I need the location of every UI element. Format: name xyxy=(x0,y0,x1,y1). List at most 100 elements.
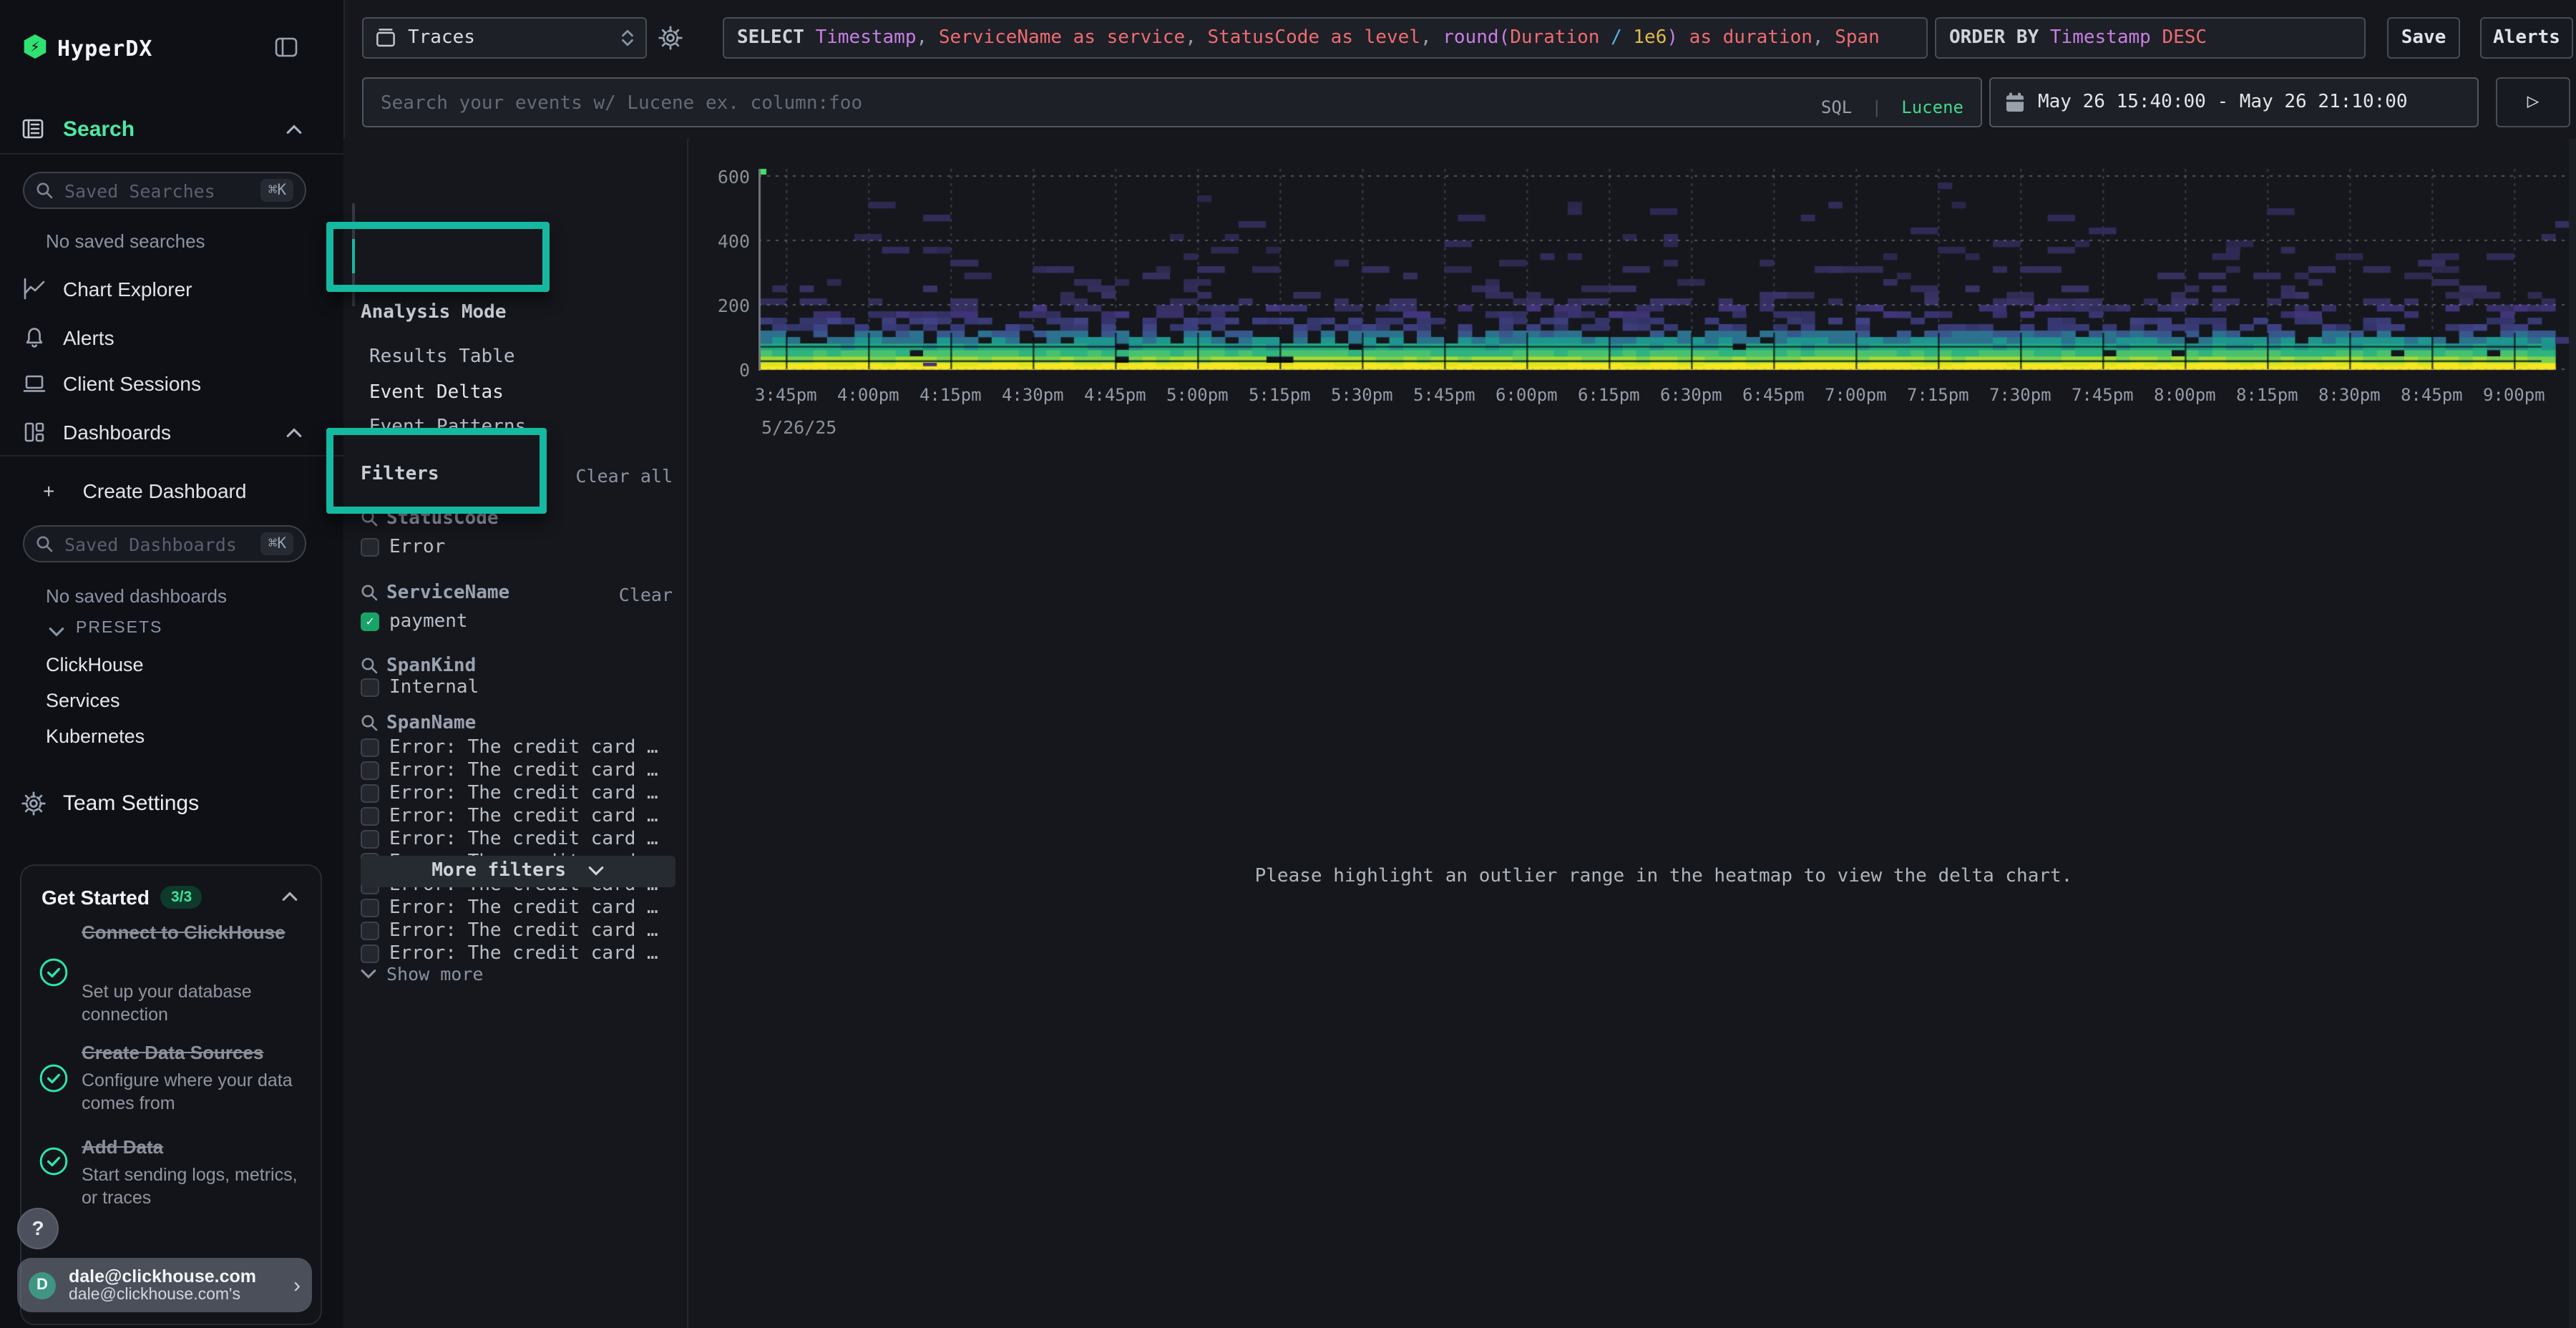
filters-panel: Analysis Mode Results Table Event Deltas E… xyxy=(343,139,688,1328)
more-filters-button[interactable]: More filters xyxy=(361,856,675,887)
sql-token: , xyxy=(917,27,939,49)
scrollbar[interactable] xyxy=(2569,139,2576,1328)
shortcut-badge: ⌘K xyxy=(261,179,293,202)
filter-group-spanname[interactable]: SpanName xyxy=(386,713,476,734)
presets-list: ClickHouse Services Kubernetes xyxy=(46,654,145,761)
sql-token: Duration xyxy=(1510,27,1599,49)
sidebar-preset-services[interactable]: Services xyxy=(46,690,145,711)
get-started-task-title[interactable]: Create Data Sources xyxy=(82,1040,296,1065)
search-icon xyxy=(361,509,378,527)
analysis-mode-header: Analysis Mode xyxy=(361,302,507,323)
analysis-mode-event-deltas[interactable]: Event Deltas xyxy=(369,381,504,404)
spanname-filter-row: Error: The credit card … xyxy=(361,829,675,851)
presets-header[interactable]: PRESETS xyxy=(76,620,162,637)
get-started-task-title[interactable]: Add Data xyxy=(82,1135,296,1159)
user-menu[interactable]: D dale@clickhouse.com dale@clickhouse.co… xyxy=(17,1258,312,1312)
x-tick-label: 4:00pm xyxy=(825,385,911,405)
filter-value-spanname[interactable]: Error: The credit card … xyxy=(389,920,658,942)
get-started-card: Get Started 3/3 Connect to ClickHouseSet… xyxy=(20,864,322,1325)
x-tick-label: 8:00pm xyxy=(2142,385,2228,405)
checkbox-spanname[interactable] xyxy=(361,830,379,848)
source-settings-gear-icon[interactable] xyxy=(658,26,683,50)
analysis-mode-results-table[interactable]: Results Table xyxy=(369,346,515,369)
sidebar-collapse-icon[interactable] xyxy=(275,37,298,57)
filter-value-spanname[interactable]: Error: The credit card … xyxy=(389,897,658,919)
checkbox-spanname[interactable] xyxy=(361,738,379,756)
checkbox-spanname[interactable] xyxy=(361,944,379,962)
checkbox-spanname[interactable] xyxy=(361,761,379,779)
sql-select-editor[interactable]: SELECT Timestamp, ServiceName as service… xyxy=(723,17,1928,59)
x-tick-label: 8:30pm xyxy=(2306,385,2392,405)
get-started-task-title[interactable]: Connect to ClickHouse xyxy=(82,920,296,944)
checkbox-spanname[interactable] xyxy=(361,807,379,825)
run-query-button[interactable]: ▷ xyxy=(2496,77,2570,127)
chevron-up-icon[interactable] xyxy=(286,125,302,135)
sidebar-preset-kubernetes[interactable]: Kubernetes xyxy=(46,726,145,747)
checkbox-spanname[interactable] xyxy=(361,899,379,917)
saved-searches-input[interactable]: Saved Searches ⌘K xyxy=(23,172,306,209)
no-saved-dashboards-label: No saved dashboards xyxy=(46,585,227,607)
chevron-up-icon[interactable] xyxy=(282,892,298,902)
filter-group-statuscode[interactable]: StatusCode xyxy=(386,508,499,529)
clear-servicename-button[interactable]: Clear xyxy=(601,584,673,605)
chevron-down-icon[interactable] xyxy=(49,627,64,637)
user-email: dale@clickhouse.com xyxy=(69,1266,293,1286)
sql-token xyxy=(2151,27,2162,49)
filter-value-spanname[interactable]: Error: The credit card … xyxy=(389,806,658,827)
x-tick-label: 8:45pm xyxy=(2389,385,2474,405)
saved-searches-placeholder: Saved Searches xyxy=(64,180,261,201)
sql-token: as duration xyxy=(1678,27,1813,49)
source-select[interactable]: Traces xyxy=(362,17,647,59)
lang-toggle-lucene[interactable]: Lucene xyxy=(1901,97,1963,117)
traces-source-icon xyxy=(375,27,396,49)
filter-value-internal[interactable]: Internal xyxy=(389,677,479,698)
sidebar-item-client-sessions[interactable]: Client Sessions xyxy=(63,372,201,395)
checkbox-error[interactable] xyxy=(361,538,379,557)
checkbox-spanname[interactable] xyxy=(361,922,379,939)
sql-token xyxy=(2039,27,2050,49)
sidebar-section-search[interactable]: Search xyxy=(63,117,135,142)
clear-all-button[interactable]: Clear all xyxy=(572,465,673,487)
help-button[interactable]: ? xyxy=(17,1208,59,1249)
select-chevrons-icon xyxy=(621,29,634,47)
checkbox-spanname[interactable] xyxy=(361,784,379,802)
sql-token: SELECT xyxy=(737,27,804,49)
saved-dashboards-input[interactable]: Saved Dashboards ⌘K xyxy=(23,525,306,562)
avatar: D xyxy=(29,1271,56,1299)
sidebar-item-team-settings[interactable]: Team Settings xyxy=(63,791,199,816)
get-started-header[interactable]: Get Started 3/3 xyxy=(42,886,202,909)
sidebar-item-alerts[interactable]: Alerts xyxy=(63,326,114,349)
chevron-up-icon[interactable] xyxy=(286,428,302,438)
date-range-picker[interactable]: May 26 15:40:00 - May 26 21:10:00 xyxy=(1989,77,2479,127)
delta-chart-empty-state: Please highlight an outlier range in the… xyxy=(758,866,2569,887)
checkbox-payment-checked[interactable]: ✓ xyxy=(361,612,379,631)
lang-toggle-sql[interactable]: SQL xyxy=(1821,97,1852,117)
create-dashboard-button[interactable]: + Create Dashboard xyxy=(43,477,246,504)
filter-value-spanname[interactable]: Error: The credit card … xyxy=(389,760,658,781)
filter-value-spanname[interactable]: Error: The credit card … xyxy=(389,829,658,850)
filter-value-spanname[interactable]: Error: The credit card … xyxy=(389,783,658,804)
filter-group-spankind[interactable]: SpanKind xyxy=(386,655,476,677)
chevron-down-icon[interactable] xyxy=(361,969,376,979)
filter-group-servicename[interactable]: ServiceName xyxy=(386,582,509,604)
filter-value-error[interactable]: Error xyxy=(389,537,445,558)
sql-token: Timestamp xyxy=(816,27,917,49)
sidebar-item-dashboards[interactable]: Dashboards xyxy=(63,421,171,444)
filter-value-spanname[interactable]: Error: The credit card … xyxy=(389,943,658,965)
sql-token: round( xyxy=(1443,27,1510,49)
x-tick-label: 6:45pm xyxy=(1730,385,1816,405)
filter-value-spanname[interactable]: Error: The credit card … xyxy=(389,737,658,758)
progress-badge: 3/3 xyxy=(161,886,202,909)
filter-value-payment[interactable]: payment xyxy=(389,611,468,633)
checkbox-internal[interactable] xyxy=(361,678,379,697)
order-by-editor[interactable]: ORDER BY Timestamp DESC xyxy=(1935,17,2366,59)
show-more-button[interactable]: Show more xyxy=(386,963,483,985)
alerts-button[interactable]: Alerts xyxy=(2480,17,2573,59)
sidebar-item-chart-explorer[interactable]: Chart Explorer xyxy=(63,278,192,301)
search-input[interactable] xyxy=(378,79,1843,129)
analysis-mode-event-patterns[interactable]: Event Patterns xyxy=(369,416,526,439)
save-button[interactable]: Save xyxy=(2387,17,2460,59)
sidebar-preset-clickhouse[interactable]: ClickHouse xyxy=(46,654,145,675)
duration-heatmap-canvas[interactable] xyxy=(758,162,2569,371)
check-circle-icon xyxy=(39,1146,69,1176)
